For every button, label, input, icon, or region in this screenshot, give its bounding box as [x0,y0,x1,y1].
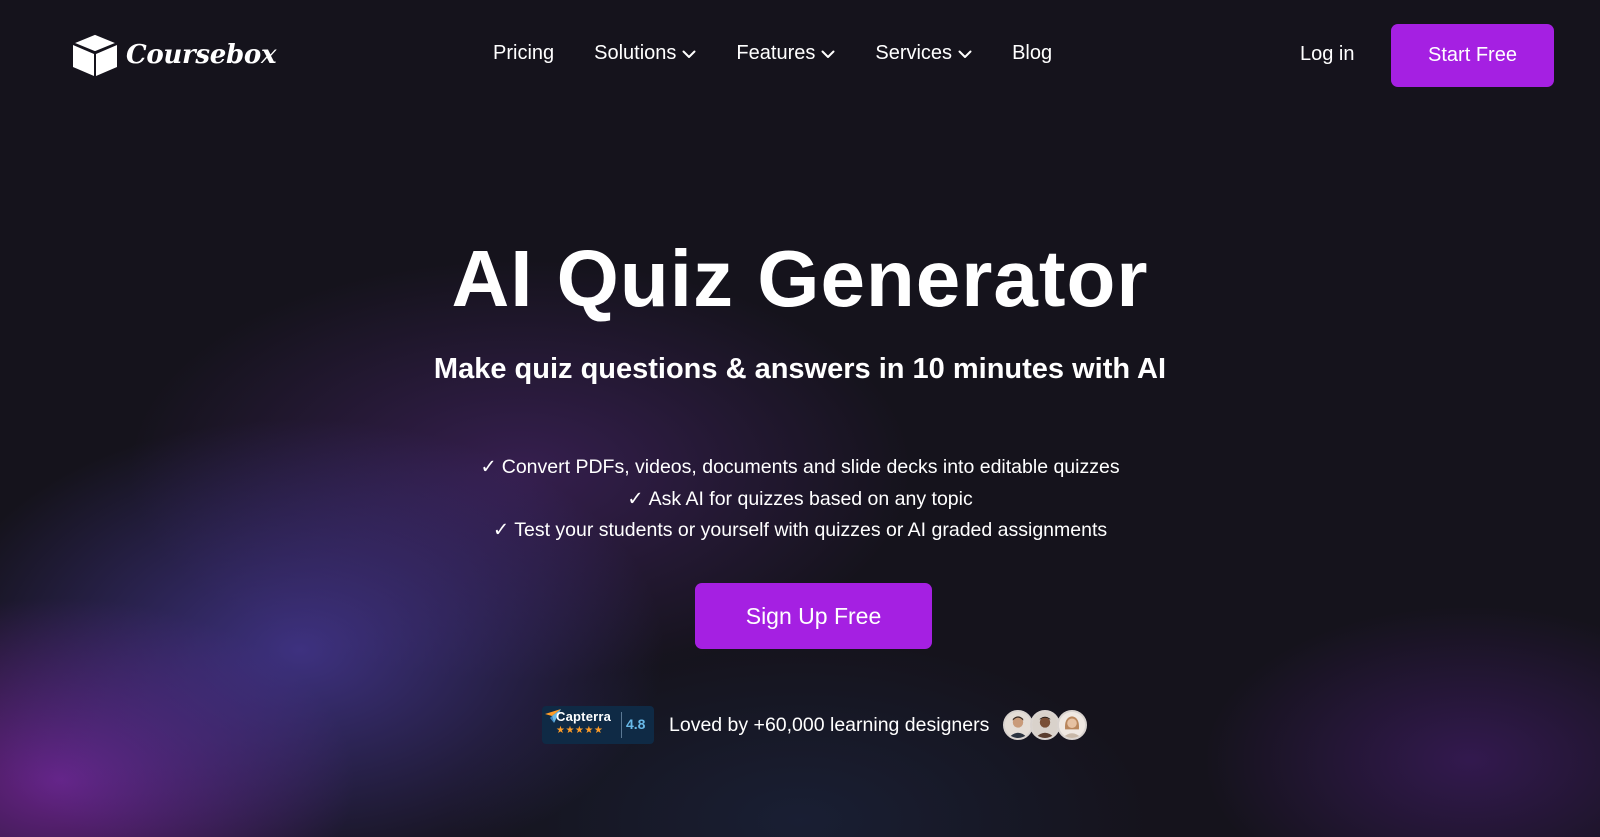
social-proof-text: Loved by +60,000 learning designers [669,713,990,736]
feature-text: Ask AI for quizzes based on any topic [648,487,973,510]
feature-text: Convert PDFs, videos, documents and slid… [501,456,1120,478]
capterra-badge[interactable]: Capterra ★★★★★ 4.8 [542,706,654,744]
hero-title: AI Quiz Generator [451,234,1149,323]
nav-features-label: Features [736,42,816,64]
feature-item: ✓ Ask AI for quizzes based on any topic [0,484,1600,516]
nav-blog-label: Blog [1012,42,1053,64]
avatar [1003,710,1034,740]
chevron-down-icon [958,50,972,58]
person-icon [1032,712,1059,738]
hero-subtitle: Make quiz questions & answers in 10 minu… [433,353,1167,385]
star-rating-icon: ★★★★★ [556,725,604,736]
capterra-divider [621,712,622,738]
nav-features[interactable]: Features [736,42,835,65]
login-link[interactable]: Log in [1300,43,1355,66]
avatar [1030,710,1061,740]
logo[interactable]: Coursebox [70,32,276,78]
nav-services[interactable]: Services [875,42,972,65]
site-header: Coursebox Pricing Solutions Features Ser… [0,0,1600,112]
check-icon: ✓ [627,487,644,510]
capterra-name: Capterra [556,709,612,724]
check-icon: ✓ [480,456,497,478]
feature-item: ✓ Test your students or yourself with qui… [0,515,1600,547]
nav-pricing-label: Pricing [493,42,555,64]
start-free-button[interactable]: Start Free [1391,24,1554,87]
avatar-group [1003,710,1088,740]
person-icon [1005,712,1032,738]
capterra-brand: Capterra ★★★★★ [556,709,616,736]
avatar [1057,710,1088,740]
feature-text: Test your students or yourself with quiz… [514,519,1108,541]
chevron-down-icon [821,50,835,58]
check-icon: ✓ [492,519,510,541]
nav-solutions-label: Solutions [594,42,677,64]
nav-solutions[interactable]: Solutions [594,42,696,65]
person-icon [1059,712,1086,738]
feature-item: ✓ Convert PDFs, videos, documents and sli… [0,452,1600,484]
sign-up-free-button[interactable]: Sign Up Free [695,583,932,649]
nav-services-label: Services [875,42,953,64]
social-proof: Capterra ★★★★★ 4.8 Loved by +60,000 lear… [542,706,1088,744]
nav-blog[interactable]: Blog [1012,42,1052,65]
chevron-down-icon [682,50,696,58]
logo-text: Coursebox [126,40,277,70]
landing-page: Coursebox Pricing Solutions Features Ser… [0,0,1600,837]
nav-pricing[interactable]: Pricing [493,42,554,65]
main-nav: Pricing Solutions Features Services Blog [493,42,1052,65]
capterra-score: 4.8 [626,716,646,732]
box-icon [71,33,119,76]
feature-list: ✓ Convert PDFs, videos, documents and sli… [0,452,1600,547]
